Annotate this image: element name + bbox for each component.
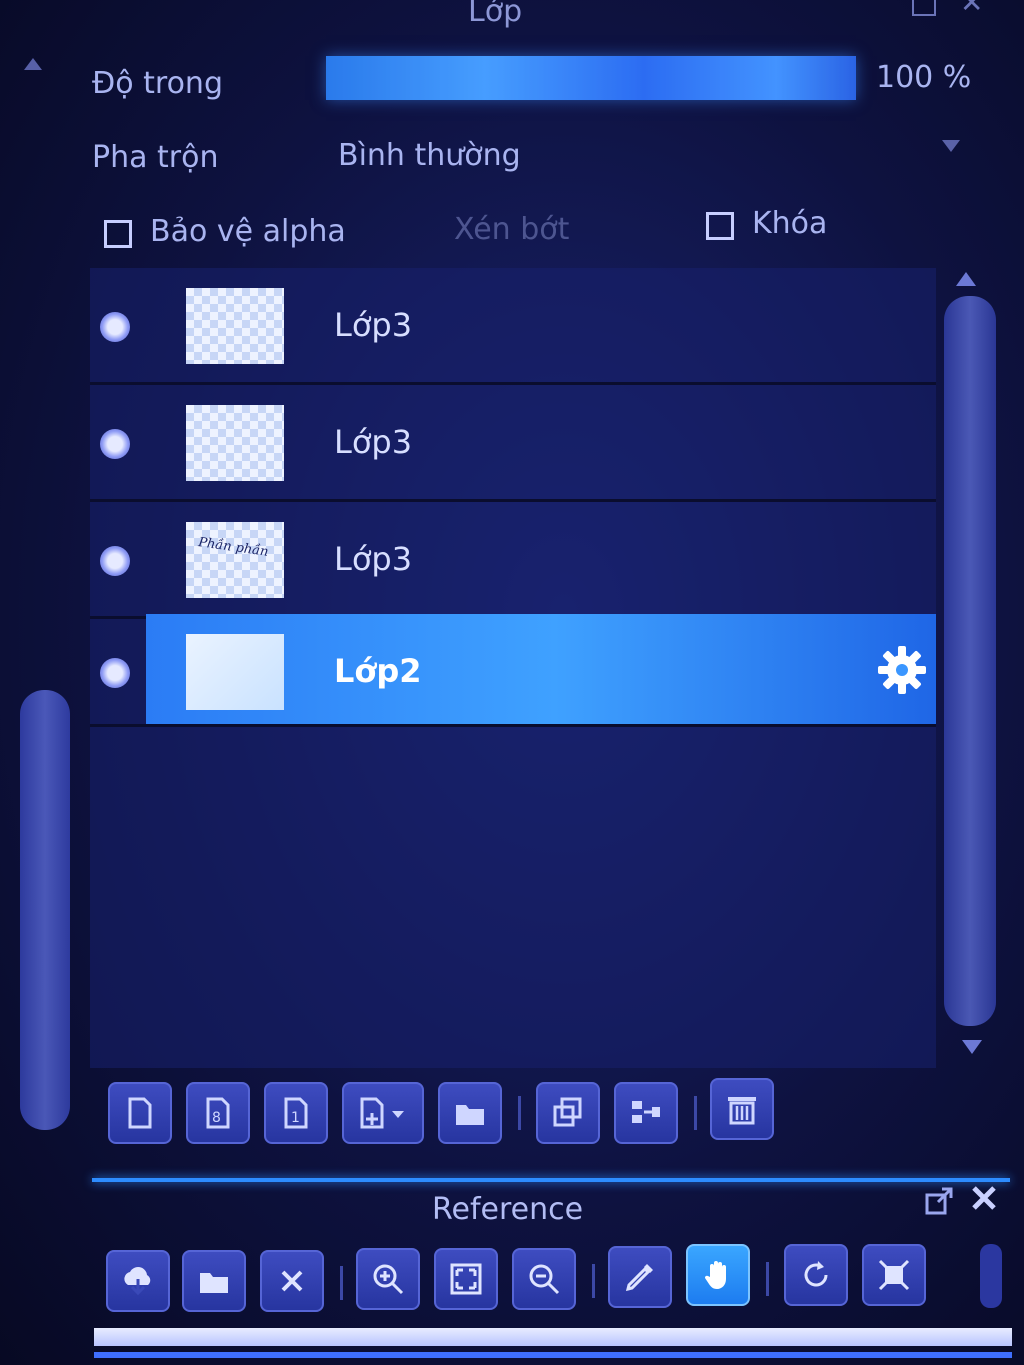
list-scroll-down-icon[interactable] (962, 1040, 982, 1054)
new-1bit-layer-button[interactable]: 1 (264, 1082, 328, 1144)
toolbar-separator (518, 1096, 521, 1130)
panel-divider (92, 1178, 1010, 1182)
close-icon[interactable]: ✕ (960, 0, 983, 19)
delete-layer-icon (728, 1097, 756, 1125)
zoom-out-button[interactable] (512, 1248, 576, 1310)
opacity-slider[interactable] (326, 56, 856, 100)
layer-row[interactable]: Lớp3 (90, 385, 936, 502)
open-cloud-icon (124, 1267, 151, 1296)
layer-thumbnail (186, 405, 284, 481)
new-8bit-layer-icon: 8 (206, 1097, 230, 1129)
visibility-icon[interactable] (100, 658, 130, 688)
toolbar-separator (694, 1096, 697, 1130)
layer-thumbnail (186, 634, 284, 710)
list-scroll-up-icon[interactable] (956, 272, 976, 286)
eyedropper-button[interactable] (608, 1246, 672, 1308)
new-8bit-layer-button[interactable]: 8 (186, 1082, 250, 1144)
reference-panel-title: Reference (432, 1192, 584, 1227)
layer-row-selected[interactable]: Lớp2 (90, 614, 936, 727)
blend-mode-select[interactable]: Bình thường (330, 128, 970, 184)
blend-mode-value: Bình thường (338, 138, 521, 173)
rotate-icon (804, 1261, 828, 1287)
fit-button[interactable] (434, 1248, 498, 1310)
layer-name: Lớp3 (334, 423, 413, 461)
clipping-label[interactable]: Xén bớt (454, 212, 569, 247)
hand-tool-button-active[interactable] (686, 1244, 750, 1306)
open-cloud-button[interactable] (106, 1250, 170, 1312)
merge-layer-icon (632, 1101, 660, 1123)
open-folder-button[interactable] (182, 1250, 246, 1312)
reference-scrollbar[interactable] (980, 1244, 1002, 1308)
close-icon[interactable] (968, 1182, 1000, 1214)
new-folder-button[interactable] (438, 1082, 502, 1144)
layer-panel-window: Lớp ✕ Độ trong 100 % Pha trộn Bình thườn… (0, 0, 1024, 1365)
reference-canvas-border (94, 1352, 1012, 1358)
zoom-out-icon (529, 1264, 560, 1295)
toolbar-separator (340, 1266, 343, 1300)
close-image-button[interactable] (260, 1250, 324, 1312)
fit-window-icon (878, 1259, 910, 1291)
duplicate-layer-button[interactable] (536, 1082, 600, 1144)
delete-layer-button[interactable] (710, 1078, 774, 1140)
zoom-in-icon (373, 1264, 404, 1295)
fit-window-button[interactable] (862, 1244, 926, 1306)
zoom-in-button[interactable] (356, 1248, 420, 1310)
protect-alpha-label: Bảo vệ alpha (150, 214, 346, 249)
chevron-down-icon (942, 140, 960, 152)
layer-thumbnail: Phần phần (186, 522, 284, 598)
scroll-up-arrow-icon[interactable] (24, 58, 42, 70)
layer-list-scrollbar-thumb[interactable] (944, 296, 996, 1026)
open-folder-icon (200, 1273, 228, 1293)
gear-icon[interactable] (876, 644, 928, 696)
layer-name: Lớp3 (334, 540, 413, 578)
reference-canvas-edge (94, 1328, 1012, 1346)
layer-thumbnail (186, 288, 284, 364)
fit-icon (450, 1263, 482, 1295)
svg-text:1: 1 (291, 1110, 300, 1126)
blend-mode-label: Pha trộn (92, 140, 219, 175)
new-layer-icon (128, 1097, 152, 1129)
toolbar-separator (592, 1264, 595, 1298)
add-layer-dropdown-icon (360, 1097, 404, 1129)
new-1bit-layer-icon: 1 (284, 1097, 308, 1129)
layer-list[interactable]: Lớp3 Lớp3 Phần phần Lớp3 Lớp2 (90, 268, 936, 1068)
duplicate-layer-icon (553, 1097, 582, 1127)
rotate-button[interactable] (784, 1244, 848, 1306)
opacity-label: Độ trong (92, 66, 223, 101)
visibility-icon[interactable] (100, 312, 130, 342)
lock-label: Khóa (752, 206, 828, 241)
popout-icon[interactable] (924, 1186, 954, 1216)
toolbar-separator (766, 1262, 769, 1296)
eyedropper-icon (625, 1264, 653, 1292)
left-scrollbar-thumb[interactable] (20, 690, 70, 1130)
layer-name: Lớp2 (334, 652, 422, 690)
visibility-icon[interactable] (100, 546, 130, 576)
thumbnail-handwriting: Phần phần (197, 535, 270, 560)
hand-icon (704, 1261, 726, 1289)
lock-checkbox[interactable] (706, 212, 734, 240)
visibility-icon[interactable] (100, 429, 130, 459)
merge-layer-button[interactable] (614, 1082, 678, 1144)
protect-alpha-checkbox[interactable] (104, 220, 132, 248)
new-layer-button[interactable] (108, 1082, 172, 1144)
new-folder-icon (456, 1105, 484, 1125)
close-icon (281, 1270, 303, 1292)
panel-title: Lớp (468, 0, 523, 29)
svg-text:8: 8 (212, 1110, 221, 1126)
layer-name: Lớp3 (334, 306, 413, 344)
maximize-icon[interactable] (912, 0, 936, 16)
opacity-value: 100 % (876, 60, 972, 95)
layer-row[interactable]: Lớp3 (90, 268, 936, 385)
layer-row[interactable]: Phần phần Lớp3 (90, 502, 936, 619)
opacity-slider-fill (326, 56, 856, 100)
add-layer-dropdown-button[interactable] (342, 1082, 424, 1144)
